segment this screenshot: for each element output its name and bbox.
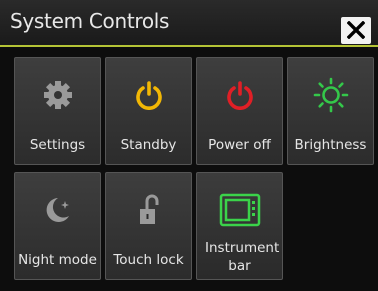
dialog-header: System Controls: [0, 0, 378, 45]
touch-lock-label: Touch lock: [113, 252, 184, 268]
settings-button[interactable]: Settings: [14, 57, 101, 165]
standby-label: Standby: [120, 137, 177, 153]
close-button[interactable]: [341, 17, 371, 44]
brightness-label: Brightness: [294, 137, 367, 153]
header-accent-line: [0, 45, 378, 47]
sun-icon: [313, 77, 348, 113]
close-icon: [347, 21, 365, 39]
controls-grid: Settings Standby Power off Brightness Ni…: [14, 57, 374, 287]
power-icon: [135, 81, 162, 110]
moon-icon: [46, 198, 69, 222]
night-mode-button[interactable]: Night mode: [14, 172, 101, 280]
standby-button[interactable]: Standby: [105, 57, 192, 165]
instrument-bar-icon: [219, 193, 260, 227]
gear-icon: [43, 81, 72, 109]
power-off-label: Power off: [208, 137, 271, 153]
settings-label: Settings: [29, 137, 86, 153]
night-mode-label: Night mode: [18, 252, 97, 268]
brightness-button[interactable]: Brightness: [287, 57, 374, 165]
unlock-icon: [139, 194, 158, 224]
power-icon: [226, 81, 253, 110]
instrument-bar-button[interactable]: Instrument bar: [196, 172, 283, 280]
power-off-button[interactable]: Power off: [196, 57, 283, 165]
dialog-title: System Controls: [10, 9, 170, 33]
instrument-bar-label: Instrument bar: [205, 240, 280, 274]
system-controls-dialog: System Controls Settings Standby Power o…: [0, 0, 378, 291]
touch-lock-button[interactable]: Touch lock: [105, 172, 192, 280]
